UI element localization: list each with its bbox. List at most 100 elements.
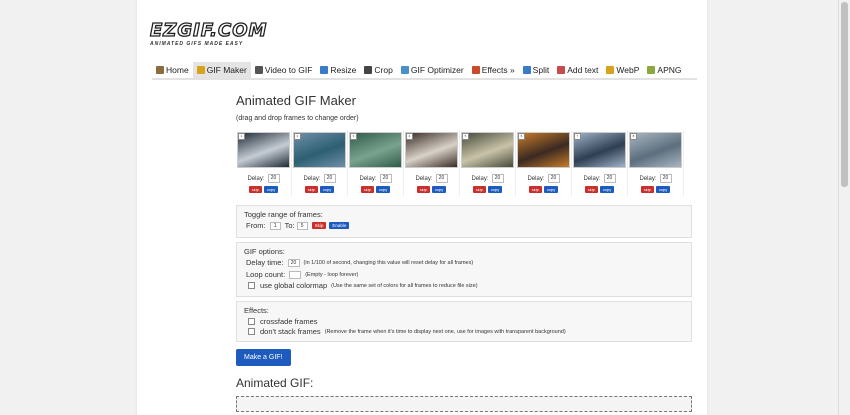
frames-list: 1 Delay: 20 skip copy 2 Delay: 20 skip copy 3 Delay… xyxy=(236,130,684,196)
nav-item-gif-maker[interactable]: GIF Maker xyxy=(192,62,251,78)
frame-skip-button[interactable]: skip xyxy=(360,186,374,193)
frame-copy-button[interactable]: copy xyxy=(599,186,615,193)
frame-skip-button[interactable]: skip xyxy=(640,186,654,193)
frame-copy-button[interactable]: copy xyxy=(543,186,559,193)
frame-copy-button[interactable]: copy xyxy=(375,186,391,193)
result-title: Animated GIF: xyxy=(236,376,314,390)
range-skip-button[interactable]: Skip xyxy=(311,222,327,229)
delay-time-input[interactable]: 20 xyxy=(287,258,300,267)
nav-item-label: Crop xyxy=(374,65,393,75)
nav-item-label: Resize xyxy=(330,65,357,75)
crossfade-checkbox[interactable] xyxy=(248,318,255,325)
resize-icon xyxy=(320,66,329,74)
frame-skip-button[interactable]: skip xyxy=(584,186,598,193)
frame-number: 5 xyxy=(462,133,469,140)
frame-thumbnail[interactable]: 7 xyxy=(573,132,626,168)
nav-item-home[interactable]: Home xyxy=(152,62,193,78)
nav-item-apng[interactable]: APNG xyxy=(643,62,685,78)
frame-thumbnail[interactable]: 6 xyxy=(517,132,570,168)
frame-delay-input[interactable]: 20 xyxy=(267,174,280,183)
frame-delay-label: Delay: xyxy=(415,175,433,182)
toggle-range-panel: Toggle range of frames: From: 1 To: 5 Sk… xyxy=(236,205,692,238)
from-input[interactable]: 1 xyxy=(269,221,281,230)
loop-count-label: Loop count: xyxy=(246,270,286,279)
global-colormap-note: (Use the same set of colors for all fram… xyxy=(331,282,478,289)
frame-copy-button[interactable]: copy xyxy=(655,186,671,193)
dont-stack-checkbox[interactable] xyxy=(248,328,255,335)
nav-item-video-to-gif[interactable]: Video to GIF xyxy=(251,62,317,78)
frame-thumbnail[interactable]: 4 xyxy=(405,132,458,168)
frame-number: 7 xyxy=(574,133,581,140)
to-input[interactable]: 5 xyxy=(296,221,308,230)
frame-delay-label: Delay: xyxy=(359,175,377,182)
nav-item-label: Add text xyxy=(567,65,599,75)
frame-copy-button[interactable]: copy xyxy=(263,186,279,193)
scrollbar-thumb[interactable] xyxy=(841,2,848,187)
nav-item-label: Split xyxy=(532,65,550,75)
logo-tagline: ANIMATED GIFS MADE EASY xyxy=(150,41,244,47)
loop-count-note: (Empty - loop forever) xyxy=(305,271,359,278)
nav-item-add-text[interactable]: Add text xyxy=(553,62,602,78)
frame-item[interactable]: 8 Delay: 20 skip copy xyxy=(628,130,684,196)
frame-delay-label: Delay: xyxy=(471,175,489,182)
dont-stack-note: (Remove the frame when it's time to disp… xyxy=(324,328,566,335)
frame-delay-input[interactable]: 20 xyxy=(547,174,560,183)
frame-skip-button[interactable]: skip xyxy=(304,186,318,193)
frame-item[interactable]: 1 Delay: 20 skip copy xyxy=(236,130,292,196)
delay-time-label: Delay time: xyxy=(246,258,284,267)
page-title: Animated GIF Maker xyxy=(236,93,356,108)
frame-item[interactable]: 5 Delay: 20 skip copy xyxy=(460,130,516,196)
nav-item-gif-optimizer[interactable]: GIF Optimizer xyxy=(397,62,468,78)
frame-delay-input[interactable]: 20 xyxy=(323,174,336,183)
site-logo[interactable]: EZGIF.COM ANIMATED GIFS MADE EASY xyxy=(149,21,267,47)
nav-item-split[interactable]: Split xyxy=(519,62,554,78)
frame-copy-button[interactable]: copy xyxy=(319,186,335,193)
add-text-icon xyxy=(557,66,566,74)
frame-item[interactable]: 2 Delay: 20 skip copy xyxy=(292,130,348,196)
frame-skip-button[interactable]: skip xyxy=(528,186,542,193)
global-colormap-checkbox[interactable] xyxy=(248,282,255,289)
webp-icon xyxy=(606,66,615,74)
frame-number: 1 xyxy=(238,133,245,140)
frame-copy-button[interactable]: copy xyxy=(487,186,503,193)
effects-panel: Effects: crossfade frames don't stack fr… xyxy=(236,301,692,342)
nav-item-effects[interactable]: Effects » xyxy=(468,62,519,78)
nav-item-resize[interactable]: Resize xyxy=(316,62,360,78)
frame-thumbnail[interactable]: 5 xyxy=(461,132,514,168)
frame-item[interactable]: 6 Delay: 20 skip copy xyxy=(516,130,572,196)
frame-number: 3 xyxy=(350,133,357,140)
make-gif-button[interactable]: Make a GIF! xyxy=(236,349,291,366)
gif-maker-icon xyxy=(196,66,205,74)
frame-thumbnail[interactable]: 8 xyxy=(629,132,682,168)
nav-item-label: APNG xyxy=(657,65,682,75)
loop-count-input[interactable] xyxy=(289,270,302,279)
frame-delay-label: Delay: xyxy=(583,175,601,182)
frame-item[interactable]: 3 Delay: 20 skip copy xyxy=(348,130,404,196)
scrollbar[interactable] xyxy=(838,0,850,415)
global-colormap-label: use global colormap xyxy=(260,281,328,290)
nav-item-label: GIF Maker xyxy=(206,65,247,75)
frame-delay-label: Delay: xyxy=(527,175,545,182)
frame-delay-input[interactable]: 20 xyxy=(379,174,392,183)
from-label: From: xyxy=(246,221,266,230)
frame-skip-button[interactable]: skip xyxy=(472,186,486,193)
frame-skip-button[interactable]: skip xyxy=(416,186,430,193)
frame-thumbnail[interactable]: 3 xyxy=(349,132,402,168)
frame-item[interactable]: 7 Delay: 20 skip copy xyxy=(572,130,628,196)
frame-copy-button[interactable]: copy xyxy=(431,186,447,193)
frame-item[interactable]: 4 Delay: 20 skip copy xyxy=(404,130,460,196)
frame-delay-input[interactable]: 20 xyxy=(435,174,448,183)
range-enable-button[interactable]: Enable xyxy=(329,222,350,229)
frame-thumbnail[interactable]: 1 xyxy=(237,132,290,168)
frame-skip-button[interactable]: skip xyxy=(248,186,262,193)
to-label: To: xyxy=(284,221,295,230)
frame-delay-input[interactable]: 20 xyxy=(491,174,504,183)
nav-item-crop[interactable]: Crop xyxy=(360,62,396,78)
frame-thumbnail[interactable]: 2 xyxy=(293,132,346,168)
nav-item-label: Home xyxy=(166,65,189,75)
frame-delay-label: Delay: xyxy=(303,175,321,182)
frame-delay-input[interactable]: 20 xyxy=(659,174,672,183)
frame-delay-input[interactable]: 20 xyxy=(603,174,616,183)
page-container: EZGIF.COM ANIMATED GIFS MADE EASY Home GI… xyxy=(137,0,707,415)
nav-item-webp[interactable]: WebP xyxy=(602,62,643,78)
